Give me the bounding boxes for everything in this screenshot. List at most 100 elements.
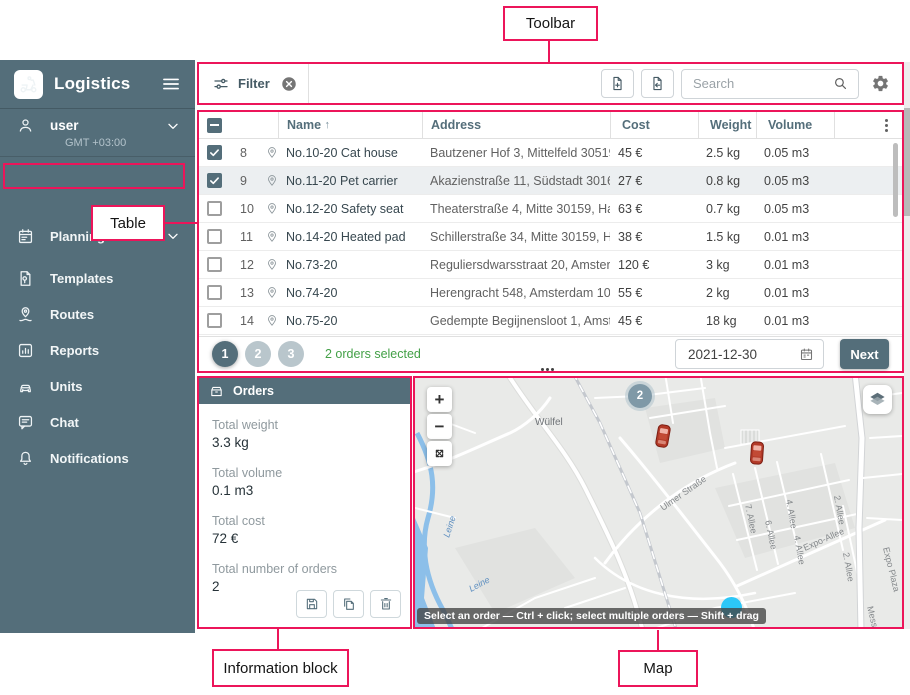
pin-icon xyxy=(266,146,278,159)
order-weight: 3 kg xyxy=(698,251,756,278)
table-row[interactable]: 13 No.74-20 Herengracht 548, Amsterdam 1… xyxy=(199,279,902,307)
table-row[interactable]: 12 No.73-20 Reguliersdwarsstraat 20, Ams… xyxy=(199,251,902,279)
row-checkbox[interactable] xyxy=(207,229,222,244)
search-box[interactable] xyxy=(681,69,859,99)
order-volume: 0.01 m3 xyxy=(756,223,834,250)
order-address: Gedempte Begijnensloot 1, Amster... xyxy=(422,307,610,334)
date-picker[interactable]: 2021-12-30 xyxy=(675,339,824,369)
scooter-logo-icon xyxy=(18,74,39,95)
splitter-handle[interactable] xyxy=(541,368,554,371)
more-columns-icon[interactable] xyxy=(885,119,888,132)
table-row[interactable]: 8 No.10-20 Cat house Bautzener Hof 3, Mi… xyxy=(199,139,902,167)
order-name: No.75-20 xyxy=(278,307,422,334)
annotation-map-line xyxy=(657,630,659,650)
fullscreen-button[interactable] xyxy=(427,441,452,466)
info-block-title: Orders xyxy=(233,384,274,398)
search-icon[interactable] xyxy=(832,75,849,92)
orders-table: Name ↑ Address Cost Weight Volume 8 No.1… xyxy=(197,110,904,373)
chevron-down-icon[interactable] xyxy=(165,228,181,244)
page-scrollbar[interactable] xyxy=(904,62,910,629)
column-header-cost[interactable]: Cost xyxy=(610,112,698,138)
menu-toggle-icon[interactable] xyxy=(161,74,181,94)
page-button-1[interactable]: 1 xyxy=(212,341,238,367)
sidebar-item-chat[interactable]: Chat xyxy=(0,404,195,440)
order-cost: 120 € xyxy=(610,251,698,278)
chat-icon xyxy=(16,413,35,432)
order-volume: 0.01 m3 xyxy=(756,251,834,278)
order-name: No.73-20 xyxy=(278,251,422,278)
toolbar: Filter xyxy=(197,62,904,105)
import-order-button[interactable] xyxy=(641,69,674,98)
order-volume: 0.05 m3 xyxy=(756,139,834,166)
save-button[interactable] xyxy=(296,590,327,618)
table-row[interactable]: 9 No.11-20 Pet carrier Akazienstraße 11,… xyxy=(199,167,902,195)
order-weight: 1.5 kg xyxy=(698,223,756,250)
filter-control[interactable]: Filter xyxy=(199,75,298,93)
reports-icon xyxy=(16,341,35,360)
row-checkbox[interactable] xyxy=(207,313,222,328)
table-scrollbar[interactable] xyxy=(893,143,898,217)
pagination-bar: 1 2 3 2 orders selected 2021-12-30 Next xyxy=(199,336,902,371)
cluster-marker[interactable]: 2 xyxy=(628,384,652,408)
page-scrollbar-thumb[interactable] xyxy=(904,108,910,216)
column-header-name[interactable]: Name ↑ xyxy=(278,112,422,138)
map[interactable]: WülfelLeineLeineUlmer Straße7. Allee6. A… xyxy=(413,376,904,629)
sidebar-item-label: Reports xyxy=(50,343,99,358)
add-order-button[interactable] xyxy=(601,69,634,98)
page-button-2[interactable]: 2 xyxy=(245,341,271,367)
user-timezone: GMT +03:00 xyxy=(65,137,181,149)
chevron-down-icon[interactable] xyxy=(165,118,181,134)
zoom-out-button[interactable]: − xyxy=(427,414,452,439)
sidebar-item-templates[interactable]: Templates xyxy=(0,260,195,296)
row-checkbox[interactable] xyxy=(207,257,222,272)
row-checkbox[interactable] xyxy=(207,145,222,160)
vehicle-marker[interactable] xyxy=(750,442,764,465)
order-address: Akazienstraße 11, Südstadt 30169, ... xyxy=(422,167,610,194)
sidebar-item-label: Templates xyxy=(50,271,113,286)
column-header-volume[interactable]: Volume xyxy=(756,112,834,138)
annotation-toolbar-label: Toolbar xyxy=(503,6,598,41)
app-screenshot: Logistics user GMT +03:00 Planning Templ… xyxy=(0,0,910,695)
sidebar-item-notifications[interactable]: Notifications xyxy=(0,440,195,476)
pin-icon xyxy=(266,174,278,187)
column-menu[interactable] xyxy=(834,112,902,138)
calendar-icon xyxy=(799,347,814,362)
order-cost: 63 € xyxy=(610,195,698,222)
layers-button[interactable] xyxy=(863,385,892,414)
clear-filter-icon[interactable] xyxy=(280,75,298,93)
sidebar-item-reports[interactable]: Reports xyxy=(0,332,195,368)
settings-button[interactable] xyxy=(871,74,890,93)
row-checkbox[interactable] xyxy=(207,201,222,216)
row-checkbox[interactable] xyxy=(207,173,222,188)
next-button[interactable]: Next xyxy=(840,339,889,369)
table-row[interactable]: 11 No.14-20 Heated pad Schillerstraße 34… xyxy=(199,223,902,251)
row-number: 9 xyxy=(232,167,258,194)
sidebar-item-routes[interactable]: Routes xyxy=(0,296,195,332)
order-cost: 27 € xyxy=(610,167,698,194)
sidebar-item-units[interactable]: Units xyxy=(0,368,195,404)
layers-icon xyxy=(868,390,887,409)
search-input[interactable] xyxy=(693,76,832,91)
table-body: 8 No.10-20 Cat house Bautzener Hof 3, Mi… xyxy=(199,139,902,336)
select-all-checkbox[interactable] xyxy=(207,118,222,133)
date-value: 2021-12-30 xyxy=(688,347,799,362)
row-checkbox[interactable] xyxy=(207,285,222,300)
zoom-in-button[interactable]: + xyxy=(427,387,452,412)
order-cost: 45 € xyxy=(610,307,698,334)
delete-button[interactable] xyxy=(370,590,401,618)
order-weight: 18 kg xyxy=(698,307,756,334)
user-section[interactable]: user GMT +03:00 xyxy=(0,109,195,157)
save-icon xyxy=(304,596,320,612)
order-name: No.10-20 Cat house xyxy=(278,139,422,166)
column-header-weight[interactable]: Weight xyxy=(698,112,756,138)
map-canvas[interactable]: WülfelLeineLeineUlmer Straße7. Allee6. A… xyxy=(415,378,902,627)
copy-button[interactable] xyxy=(333,590,364,618)
table-row[interactable]: 10 No.12-20 Safety seat Theaterstraße 4,… xyxy=(199,195,902,223)
table-row[interactable]: 14 No.75-20 Gedempte Begijnensloot 1, Am… xyxy=(199,307,902,335)
annotation-table-label: Table xyxy=(91,205,165,241)
field-label: Total cost xyxy=(212,513,410,529)
page-button-3[interactable]: 3 xyxy=(278,341,304,367)
pin-icon xyxy=(266,286,278,299)
order-volume: 0.01 m3 xyxy=(756,279,834,306)
column-header-address[interactable]: Address xyxy=(422,112,610,138)
